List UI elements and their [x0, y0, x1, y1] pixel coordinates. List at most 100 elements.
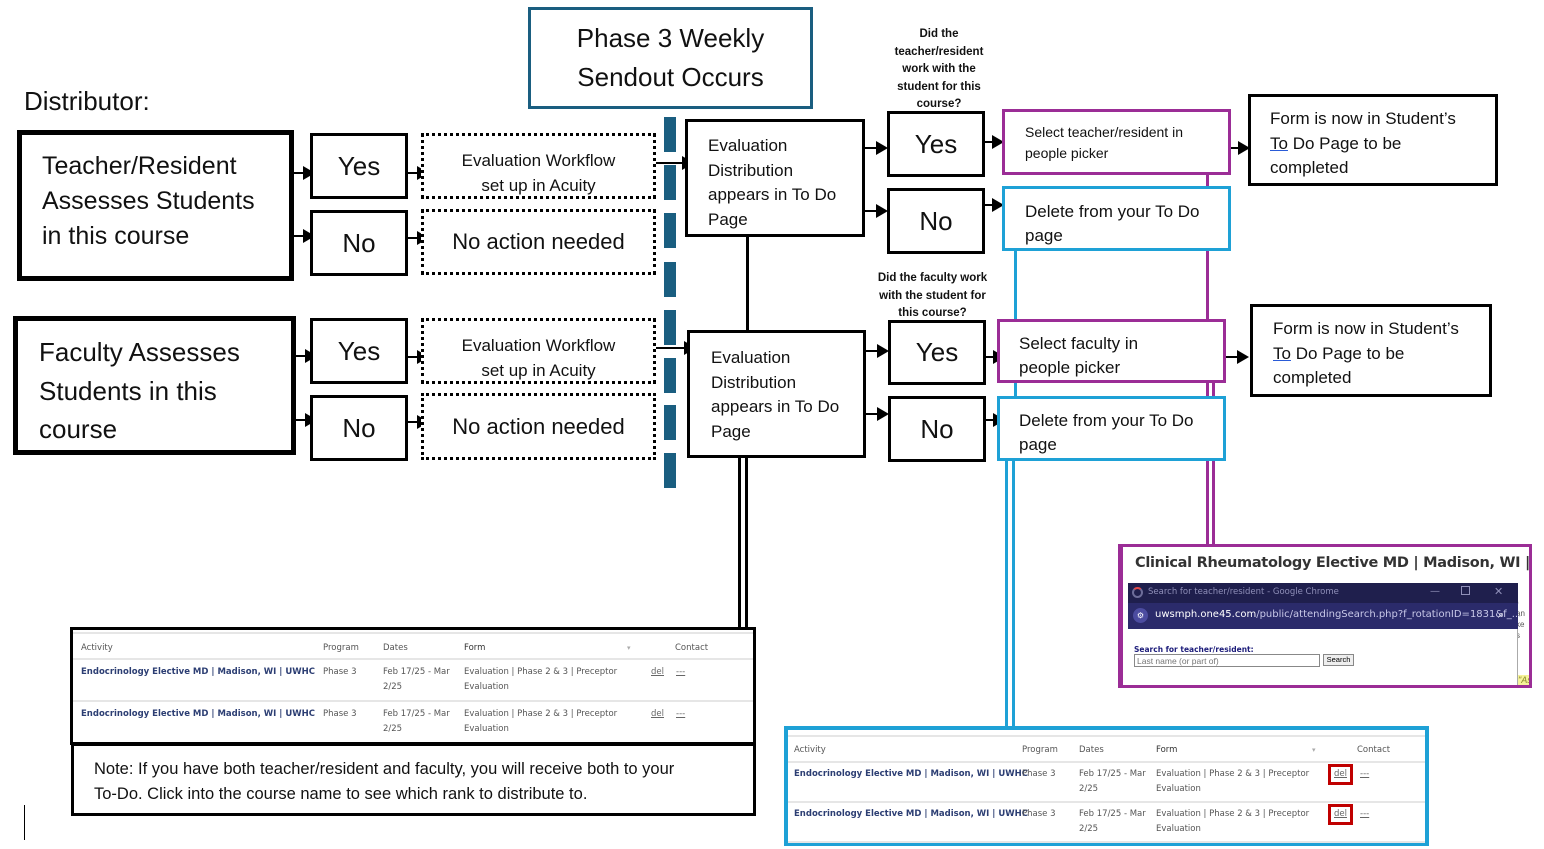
table-row: Endocrinology Elective MD | Madison, WI … — [73, 702, 753, 744]
form-cell: Evaluation | Phase 2 & 3 | Preceptor Eval… — [1156, 769, 1310, 794]
faculty-no2-label: No — [920, 413, 954, 444]
activity-link[interactable]: Endocrinology Elective MD | Madison, WI … — [794, 807, 1028, 822]
faculty-source-line: Students in this — [39, 375, 217, 406]
result-line: Form is now in Student’s — [1273, 319, 1459, 338]
faculty-no-box: No — [310, 395, 408, 461]
result-rest: Do Page to be — [1290, 343, 1405, 363]
search-label: Search for teacher/resident: — [1134, 645, 1254, 654]
teacher-no-action-box: No action needed — [421, 209, 656, 275]
col-form[interactable]: Form — [1156, 743, 1177, 758]
delete-line: Delete from your To Do — [1019, 411, 1194, 430]
teacher-yes2-box: Yes — [887, 111, 985, 177]
note-box: Note: If you have both teacher/resident … — [71, 743, 756, 816]
connector — [656, 347, 684, 349]
no-action-label: No action needed — [452, 413, 625, 439]
col-program: Program — [323, 643, 359, 653]
activity-link[interactable]: Endocrinology Elective MD | Madison, WI … — [81, 707, 315, 722]
faculty-source-line: course — [39, 414, 118, 444]
col-form[interactable]: Form — [464, 641, 485, 656]
table-row: Endocrinology Elective MD | Madison, WI … — [788, 803, 1425, 843]
activity-link[interactable]: Endocrinology Elective MD | Madison, WI … — [81, 665, 315, 680]
teacher-yes2-label: Yes — [914, 128, 958, 159]
faculty-no-label: No — [342, 412, 376, 443]
dates-cell: Feb 17/25 - Mar 2/25 — [383, 709, 450, 734]
teacher-distribution-box: Evaluation Distribution appears in To Do… — [685, 119, 865, 237]
delete-table: Activity Program Dates Form ▾ Contact En… — [784, 726, 1429, 846]
col-contact: Contact — [1357, 745, 1391, 755]
distribution-line: Page — [711, 421, 751, 441]
text-cursor — [24, 805, 25, 840]
table-header: Activity Program Dates Form ▾ Contact — [73, 632, 753, 660]
table-header: Activity Program Dates Form ▾ Contact — [788, 735, 1425, 763]
phase3-sendout-box: Phase 3 Weekly Sendout Occurs — [528, 7, 813, 109]
chrome-titlebar: Search for teacher/resident - Google Chr… — [1128, 583, 1518, 603]
delete-line: page — [1019, 435, 1057, 454]
url-text[interactable]: uwsmph.one45.com/public/attendingSearch.… — [1155, 609, 1521, 620]
form-cell: Evaluation | Phase 2 & 3 | Preceptor Eval… — [1156, 809, 1310, 834]
distributor-label: Distributor: — [24, 86, 150, 116]
people-picker-screenshot: Clinical Rheumatology Elective MD | Madi… — [1118, 544, 1532, 688]
faculty-yes-label: Yes — [337, 335, 381, 366]
teacher-no2-label: No — [919, 205, 953, 236]
minimize-icon[interactable]: — — [1430, 586, 1440, 597]
note-line: Note: If you have both teacher/resident … — [94, 760, 675, 778]
delete-link-highlighted[interactable]: del — [1328, 764, 1353, 785]
delete-link-highlighted[interactable]: del — [1328, 804, 1353, 825]
site-settings-icon[interactable]: ⚙ — [1133, 608, 1148, 623]
program-cell: Phase 3 — [1022, 769, 1056, 779]
select-line: people picker — [1019, 358, 1121, 377]
dates-cell: Feb 17/25 - Mar 2/25 — [383, 667, 450, 692]
question-line: work with the — [902, 63, 976, 75]
teacher-source-line: Assesses Students — [42, 187, 255, 215]
delete-link[interactable]: del — [651, 707, 664, 722]
distribution-line: Page — [708, 209, 748, 229]
header-line-2: Sendout Occurs — [577, 62, 764, 92]
teacher-workflow-box: Evaluation Workflow set up in Acuity — [421, 133, 656, 199]
contact-link[interactable]: --- — [1360, 767, 1369, 782]
header-line-1: Phase 3 Weekly — [576, 23, 765, 53]
faculty-source-box: Faculty Assesses Students in this course — [13, 316, 296, 455]
workflow-line: Evaluation Workflow — [461, 151, 616, 170]
dates-cell: Feb 17/25 - Mar 2/25 — [1079, 769, 1146, 794]
delete-link[interactable]: del — [651, 665, 664, 680]
contact-link[interactable]: --- — [676, 707, 685, 722]
faculty-question: Did the faculty work with the student fo… — [866, 270, 999, 323]
faculty-select-box: Select faculty in people picker — [997, 319, 1226, 383]
workflow-line: set up in Acuity — [481, 176, 596, 195]
close-icon[interactable]: ✕ — [1494, 585, 1503, 598]
connector — [1005, 460, 1008, 728]
sort-icon[interactable]: ▾ — [1312, 743, 1316, 758]
question-line: Did the — [919, 28, 959, 40]
activity-link[interactable]: Endocrinology Elective MD | Madison, WI … — [794, 767, 1028, 782]
form-cell: Evaluation | Phase 2 & 3 | Preceptor Eval… — [464, 709, 618, 734]
col-dates: Dates — [1079, 745, 1104, 755]
no-action-label: No action needed — [452, 229, 625, 254]
side-highlight: "As — [1516, 675, 1532, 685]
search-input[interactable] — [1134, 654, 1320, 667]
table-row: Endocrinology Elective MD | Madison, WI … — [73, 660, 753, 702]
faculty-yes-box: Yes — [310, 318, 408, 384]
faculty-yes2-box: Yes — [888, 320, 986, 385]
program-cell: Phase 3 — [1022, 809, 1056, 819]
table-row: Endocrinology Elective MD | Madison, WI … — [788, 763, 1425, 803]
connector — [1012, 460, 1015, 728]
connector — [745, 458, 748, 628]
faculty-no-action-box: No action needed — [421, 393, 656, 460]
contact-link[interactable]: --- — [1360, 807, 1369, 822]
form-cell: Evaluation | Phase 2 & 3 | Preceptor Eval… — [464, 667, 618, 692]
sort-icon[interactable]: ▾ — [627, 641, 631, 656]
col-activity: Activity — [794, 745, 826, 755]
maximize-icon[interactable] — [1461, 586, 1470, 595]
col-contact: Contact — [675, 643, 709, 653]
search-button[interactable]: Search — [1323, 654, 1354, 666]
faculty-delete-box: Delete from your To Do page — [997, 396, 1226, 461]
distribution-line: Evaluation — [708, 136, 788, 155]
faculty-source-line: Faculty Assesses — [39, 337, 240, 367]
contact-link[interactable]: --- — [676, 665, 685, 680]
loading-icon — [1132, 587, 1143, 598]
col-dates: Dates — [383, 643, 408, 653]
zoom-icon[interactable]: ⌕ — [1498, 608, 1504, 622]
distribution-line: Distribution — [708, 160, 794, 180]
delete-line: Delete from your To Do — [1025, 202, 1200, 221]
result-to-word: To — [1273, 343, 1291, 363]
